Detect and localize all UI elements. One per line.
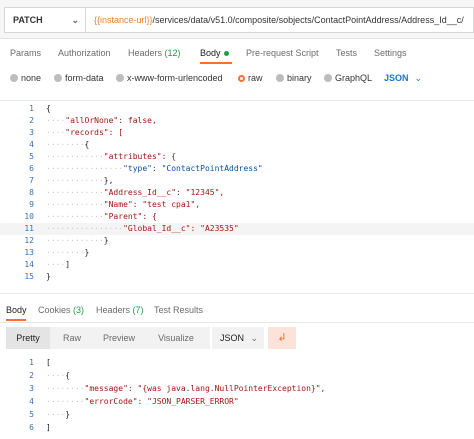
view-preview-button[interactable]: Preview bbox=[94, 327, 144, 349]
active-response-tab-indicator bbox=[6, 319, 26, 321]
view-pretty-button[interactable]: Pretty bbox=[6, 327, 50, 349]
request-tabs: Params Authorization Headers (12) Body P… bbox=[0, 38, 474, 68]
radio-selected-icon bbox=[238, 75, 245, 82]
response-tabs: Body Cookies (3) Headers (7) Test Result… bbox=[0, 300, 474, 323]
view-mode-group: Pretty Raw Preview Visualize bbox=[6, 327, 210, 349]
wrap-lines-icon[interactable]: ↲ bbox=[268, 327, 296, 349]
tab-params[interactable]: Params bbox=[10, 48, 41, 58]
body-indicator-dot bbox=[223, 51, 229, 57]
code-line: 13 ········} bbox=[24, 248, 90, 257]
code-line-highlighted: 11 ················"Global_Id__c": "A2353… bbox=[0, 223, 474, 235]
code-line: 8 ············"Address_Id__c": "12345", bbox=[29, 188, 225, 197]
code-line: 1[ bbox=[29, 358, 51, 367]
request-body-editor[interactable]: 1{ 2 ····"allOrNone": false, 3 ····"record… bbox=[0, 100, 474, 294]
response-tab-test-results[interactable]: Test Results bbox=[154, 305, 203, 315]
active-tab-indicator bbox=[200, 62, 232, 64]
url-variable: {{instance-url}} bbox=[94, 15, 153, 25]
radio-icon bbox=[116, 74, 124, 82]
code-line: 4 ········{ bbox=[29, 140, 90, 149]
code-line: 4 ········"errorCode": "JSON_PARSER_ERROR… bbox=[29, 397, 239, 406]
radio-icon bbox=[54, 74, 62, 82]
radio-icon bbox=[324, 74, 332, 82]
tab-tests[interactable]: Tests bbox=[336, 48, 357, 58]
code-line: 2 ····{ bbox=[29, 371, 71, 380]
radio-icon bbox=[10, 74, 18, 82]
code-line: 3 ····"records": [ bbox=[29, 128, 124, 137]
method-select[interactable]: PATCH ⌄ bbox=[4, 7, 86, 33]
option-raw[interactable]: raw bbox=[238, 73, 263, 83]
url-path: /services/data/v51.0/composite/sobjects/… bbox=[152, 15, 464, 25]
tab-body[interactable]: Body bbox=[200, 48, 229, 58]
method-label: PATCH bbox=[13, 15, 43, 25]
code-line: 1{ bbox=[29, 104, 51, 113]
code-line: 5 ············"attributes": { bbox=[29, 152, 177, 161]
response-tab-body[interactable]: Body bbox=[6, 305, 27, 315]
option-form-data[interactable]: form-data bbox=[54, 73, 104, 83]
chevron-down-icon: ⌄ bbox=[414, 73, 423, 83]
code-line: 15} bbox=[24, 272, 51, 281]
tab-settings[interactable]: Settings bbox=[374, 48, 407, 58]
body-type-options: none form-data x-www-form-urlencoded raw… bbox=[0, 70, 474, 88]
response-format-select[interactable]: JSON ⌄ bbox=[212, 327, 264, 349]
chevron-down-icon: ⌄ bbox=[71, 15, 79, 25]
code-line: 3 ········"message": "{was java.lang.Null… bbox=[29, 384, 326, 393]
code-line: 6] bbox=[29, 423, 51, 432]
view-visualize-button[interactable]: Visualize bbox=[146, 327, 206, 349]
code-line: 12 ············} bbox=[24, 236, 109, 245]
option-x-www-form-urlencoded[interactable]: x-www-form-urlencoded bbox=[116, 73, 223, 83]
response-headers-count: (7) bbox=[132, 305, 144, 315]
code-line: 9 ············"Name": "test cpa1", bbox=[29, 200, 201, 209]
url-input[interactable]: {{instance-url}}/services/data/v51.0/com… bbox=[86, 7, 474, 33]
chevron-down-icon: ⌄ bbox=[250, 333, 258, 343]
code-line: 2 ····"allOrNone": false, bbox=[29, 116, 157, 125]
code-line: 14 ····] bbox=[24, 260, 71, 269]
code-line: 5 ····} bbox=[29, 410, 71, 419]
cookies-count: (3) bbox=[73, 305, 85, 315]
tab-pre-request-script[interactable]: Pre-request Script bbox=[246, 48, 319, 58]
response-body-viewer[interactable]: 1[ 2 ····{ 3 ········"message": "{was java… bbox=[0, 355, 474, 439]
option-none[interactable]: none bbox=[10, 73, 41, 83]
tab-authorization[interactable]: Authorization bbox=[58, 48, 111, 58]
view-raw-button[interactable]: Raw bbox=[52, 327, 92, 349]
code-line: 10 ············"Parent": { bbox=[24, 212, 157, 221]
request-url-bar: PATCH ⌄ {{instance-url}}/services/data/v… bbox=[0, 0, 474, 39]
option-binary[interactable]: binary bbox=[276, 73, 312, 83]
code-line: 7 ············}, bbox=[29, 176, 114, 185]
response-tab-headers[interactable]: Headers (7) bbox=[96, 305, 144, 315]
headers-count: (12) bbox=[164, 48, 181, 58]
tab-headers[interactable]: Headers (12) bbox=[128, 48, 181, 58]
radio-icon bbox=[276, 74, 284, 82]
option-graphql[interactable]: GraphQL bbox=[324, 73, 372, 83]
code-line: 6 ················"type": "ContactPointAd… bbox=[29, 164, 263, 173]
response-tab-cookies[interactable]: Cookies (3) bbox=[38, 305, 84, 315]
body-format-select[interactable]: JSON ⌄ bbox=[384, 73, 422, 84]
